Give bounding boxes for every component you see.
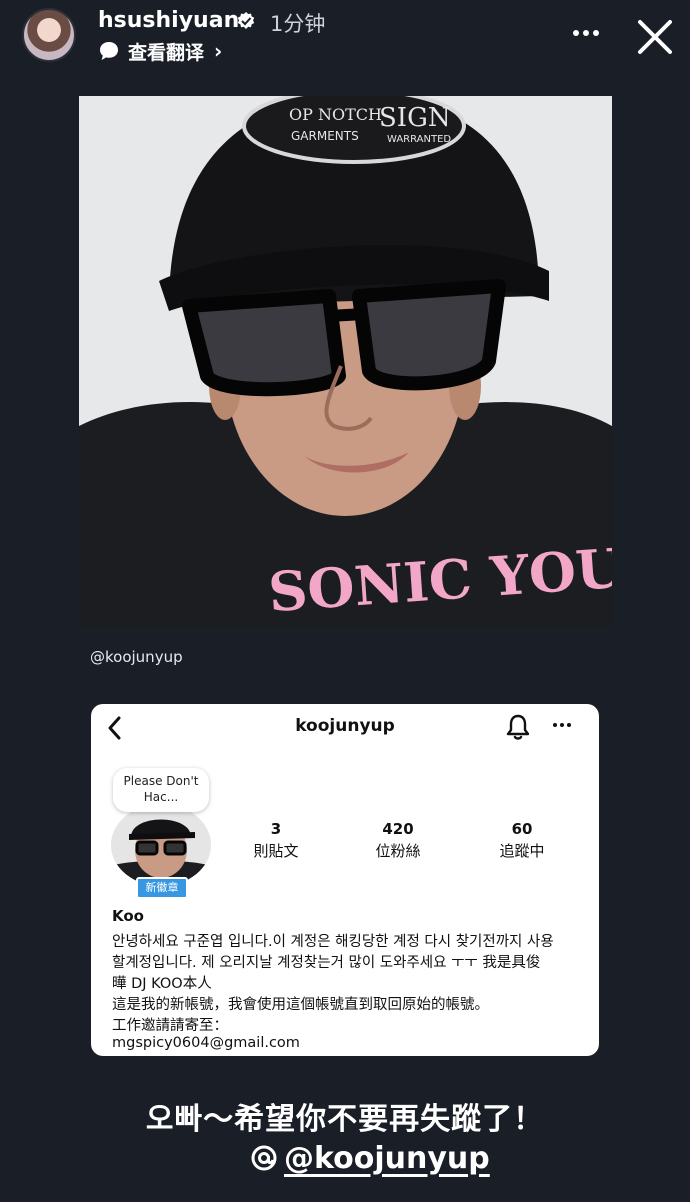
story-header: hsushiyuan 1分钟 查看翻译 › <box>0 0 690 80</box>
profile-picture <box>111 804 211 886</box>
stat-following: 60 追蹤中 <box>477 820 567 861</box>
cap-text-1: OP NOTCH <box>289 105 382 124</box>
username[interactable]: hsushiyuan <box>98 8 239 33</box>
following-count: 60 <box>511 820 533 838</box>
followers-count: 420 <box>382 820 414 838</box>
speech-bubble-icon <box>100 42 118 60</box>
post-time: 1分钟 <box>270 12 326 36</box>
caption-mention-link[interactable]: @koojunyup <box>250 1136 490 1180</box>
new-badge-label: 新徽章 <box>136 877 188 899</box>
bio-line: 工作邀請請寄至： <box>112 1018 228 1034</box>
post-photo: OP NOTCH SIGN GARMENTS WARRANTED SONIC Y… <box>79 96 612 627</box>
bio-line: 曄 DJ KOO本人 <box>112 976 212 992</box>
chevron-right-icon: › <box>214 39 223 63</box>
photo-illustration: OP NOTCH SIGN GARMENTS WARRANTED SONIC Y… <box>79 96 612 627</box>
cap-text-4: WARRANTED <box>387 134 451 145</box>
photo-mention-tag[interactable]: @koojunyup <box>90 648 183 666</box>
threads-at-icon <box>251 1145 277 1171</box>
following-label: 追蹤中 <box>499 842 545 860</box>
dot-icon <box>593 30 599 36</box>
bio-email: mgspicy0604@gmail.com <box>112 1035 300 1051</box>
bio-line: 안녕하세요 구준엽 입니다.이 계정은 해킹당한 계정 다시 찾기전까지 사용 <box>112 934 554 950</box>
dot-icon <box>573 30 579 36</box>
profile-display-name: Koo <box>112 907 144 925</box>
caption-mention-text: @koojunyup <box>284 1140 490 1176</box>
more-dots-icon <box>549 714 575 736</box>
posts-label: 則貼文 <box>253 842 299 860</box>
stat-posts: 3 則貼文 <box>231 820 321 861</box>
profile-avatar[interactable] <box>22 8 76 62</box>
posts-count: 3 <box>270 820 282 838</box>
followers-label: 位粉絲 <box>375 842 421 860</box>
profile-screenshot-card: koojunyup Please Don't Hac... 新徽章 3 則貼文 … <box>91 704 599 1056</box>
more-options-button[interactable] <box>566 18 606 48</box>
bio-line: 할계정입니다. 제 오리지날 계정찾는거 많이 도와주세요 ㅜㅜ 我是具俊 <box>112 955 541 971</box>
verified-badge-icon <box>237 12 255 29</box>
bell-icon <box>506 714 530 740</box>
dot-icon <box>583 30 589 36</box>
cap-text-2: SIGN <box>379 103 451 133</box>
bio-line: 這是我的新帳號，我會使用這個帳號直到取回原始的帳號。 <box>112 997 489 1013</box>
see-translation-link[interactable]: 查看翻译 › <box>98 38 222 64</box>
story-caption: 오빠～希望你不要再失蹤了！ <box>145 1102 545 1137</box>
cap-text-3: GARMENTS <box>291 129 359 143</box>
see-translation-label: 查看翻译 <box>128 41 205 64</box>
profile-note-bubble: Please Don't Hac... <box>113 768 209 812</box>
close-icon[interactable] <box>634 16 676 58</box>
stat-followers: 420 位粉絲 <box>353 820 443 861</box>
